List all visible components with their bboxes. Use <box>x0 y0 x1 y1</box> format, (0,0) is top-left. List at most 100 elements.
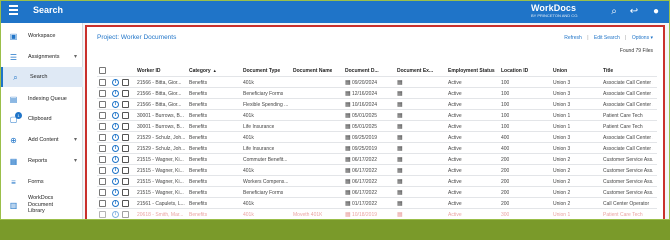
results-panel: Project: Worker Documents Refresh | Edit… <box>85 25 665 219</box>
app-window: Search WorkDocs BY PRINCETON AND CO. ⌕ ↩… <box>0 0 670 220</box>
row-checkbox[interactable] <box>99 189 106 196</box>
info-icon[interactable]: i <box>112 200 119 207</box>
search-icon[interactable]: ⌕ <box>607 5 621 19</box>
edit-search-link[interactable]: Edit Search <box>594 35 620 41</box>
column-header-employment-status[interactable]: Employment Status <box>448 68 495 74</box>
cell-employment-status: Active <box>448 146 462 152</box>
info-icon[interactable]: i <box>112 112 119 119</box>
select-all-checkbox[interactable] <box>99 67 106 74</box>
cell-union: Union 1 <box>553 113 571 119</box>
column-header-category[interactable]: Category ▲ <box>189 68 217 74</box>
table-row[interactable]: i ▦ ▦ 21515 - Wagner, Ki... Benefits 401k 06/1… <box>97 165 657 176</box>
sidebar-item-workspace[interactable]: ▣ Workspace <box>1 26 83 46</box>
row-checkbox[interactable] <box>99 134 106 141</box>
info-icon[interactable]: i <box>112 167 119 174</box>
calendar-icon: ▦ <box>397 113 403 119</box>
row-checkbox[interactable] <box>99 90 106 97</box>
table-row[interactable]: i ▦ ▦ 21529 - Schulz, Joh... Benefits 401k 09/… <box>97 132 657 143</box>
calendar-icon: ▦ <box>345 102 351 108</box>
document-icon[interactable] <box>122 178 129 185</box>
sidebar-item-assignments[interactable]: ☰ Assignments ▾ <box>1 47 83 67</box>
cell-category: Benefits <box>189 157 208 163</box>
cell-location-id: 400 <box>501 135 510 141</box>
table-row[interactable]: i ▦ ▦ 21561 - Capulets, L... Benefits 401k 01/… <box>97 198 657 209</box>
column-header-union[interactable]: Union <box>553 68 567 74</box>
column-header-document-expiration[interactable]: Document Ex... <box>397 68 445 74</box>
info-icon[interactable]: i <box>112 211 119 218</box>
column-header-worker-id[interactable]: Worker ID <box>137 68 161 74</box>
cell-title: Call Center Operator <box>603 201 650 207</box>
table-row[interactable]: i ▦ ▦ 30001 - Burrows, B... Benefits Life Ins… <box>97 121 657 132</box>
row-checkbox[interactable] <box>99 178 106 185</box>
row-checkbox[interactable] <box>99 123 106 130</box>
table-row[interactable]: i ▦ ▦ 30001 - Burrows, B... Benefits 401k 05/0… <box>97 110 657 121</box>
refresh-link[interactable]: Refresh <box>564 35 582 41</box>
table-row[interactable]: i ▦ ▦ 21566 - Bitta, Gior... Benefits Benefic… <box>97 88 657 99</box>
document-icon[interactable] <box>122 200 129 207</box>
table-row[interactable]: i ▦ ▦ 21566 - Bitta, Gior... Benefits 401k 09/… <box>97 77 657 88</box>
options-dropdown[interactable]: Options ▾ <box>632 35 653 41</box>
cell-employment-status: Active <box>448 212 462 218</box>
info-icon[interactable]: i <box>112 79 119 86</box>
row-checkbox[interactable] <box>99 211 106 218</box>
table-row[interactable]: i ▦ ▦ 21515 - Wagner, Ki... Benefits Workers … <box>97 176 657 187</box>
sidebar-item-search[interactable]: ⌕ Search <box>1 67 83 87</box>
column-header-document-name[interactable]: Document Name <box>293 68 332 74</box>
cell-document-date: 10/16/2024 <box>352 102 378 108</box>
cell-employment-status: Active <box>448 124 462 130</box>
document-icon[interactable] <box>122 112 129 119</box>
document-icon[interactable] <box>122 167 129 174</box>
document-icon[interactable] <box>122 156 129 163</box>
column-header-document-type[interactable]: Document Type <box>243 68 280 74</box>
sidebar-item-document-library[interactable]: ▥ WorkDocs Document Library <box>1 191 83 219</box>
column-header-title[interactable]: Title <box>603 68 613 74</box>
document-icon[interactable] <box>122 134 129 141</box>
calendar-icon: ▦ <box>397 80 403 86</box>
info-icon[interactable]: i <box>112 123 119 130</box>
column-header-document-date[interactable]: Document D... <box>345 68 393 74</box>
user-icon[interactable]: ● <box>649 5 663 19</box>
cell-document-date: 05/01/2025 <box>352 113 378 119</box>
sidebar-item-add-content[interactable]: ⊕ Add Content ▾ <box>1 130 83 150</box>
table-row[interactable]: i ▦ ▦ 21515 - Wagner, Ki... Benefits Commuter… <box>97 154 657 165</box>
info-icon[interactable]: i <box>112 156 119 163</box>
info-icon[interactable]: i <box>112 134 119 141</box>
info-icon[interactable]: i <box>112 145 119 152</box>
row-checkbox[interactable] <box>99 79 106 86</box>
document-icon[interactable] <box>122 123 129 130</box>
sidebar-item-clipboard[interactable]: ▢ 1 Clipboard <box>1 109 83 129</box>
document-icon[interactable] <box>122 79 129 86</box>
sidebar-item-indexing-queue[interactable]: ▤ Indexing Queue <box>1 89 83 109</box>
table-row[interactable]: i ▦ ▦ 20618 - Smith, Mar... Benefits 401k Move… <box>97 209 657 219</box>
table-row[interactable]: i ▦ ▦ 21515 - Wagner, Ki... Benefits Benefici… <box>97 187 657 198</box>
document-icon[interactable] <box>122 90 129 97</box>
cell-worker-id: 30001 - Burrows, B... <box>137 124 184 130</box>
back-arrow-icon[interactable]: ↩ <box>627 5 641 19</box>
cell-worker-id: 30001 - Burrows, B... <box>137 113 184 119</box>
cell-document-date: 09/25/2019 <box>352 135 378 141</box>
document-icon[interactable] <box>122 101 129 108</box>
table-row[interactable]: i ▦ ▦ 21566 - Bitta, Gior... Benefits Flexibl… <box>97 99 657 110</box>
row-checkbox[interactable] <box>99 200 106 207</box>
info-icon[interactable]: i <box>112 101 119 108</box>
row-checkbox[interactable] <box>99 167 106 174</box>
sidebar-item-forms[interactable]: ≡ Forms <box>1 172 83 192</box>
document-icon[interactable] <box>122 211 129 218</box>
calendar-icon: ▦ <box>345 124 351 130</box>
info-icon[interactable]: i <box>112 178 119 185</box>
row-checkbox[interactable] <box>99 101 106 108</box>
table-row[interactable]: i ▦ ▦ 21529 - Schulz, Joh... Benefits Life In… <box>97 143 657 154</box>
column-header-location-id[interactable]: Location ID <box>501 68 528 74</box>
info-icon[interactable]: i <box>112 189 119 196</box>
document-icon[interactable] <box>122 145 129 152</box>
row-checkbox[interactable] <box>99 145 106 152</box>
row-checkbox[interactable] <box>99 156 106 163</box>
cell-location-id: 400 <box>501 146 510 152</box>
cell-employment-status: Active <box>448 201 462 207</box>
cell-location-id: 100 <box>501 80 510 86</box>
info-icon[interactable]: i <box>112 90 119 97</box>
document-icon[interactable] <box>122 189 129 196</box>
hamburger-menu-icon[interactable] <box>9 5 21 17</box>
sidebar-item-reports[interactable]: ▦ Reports ▾ <box>1 151 83 171</box>
row-checkbox[interactable] <box>99 112 106 119</box>
